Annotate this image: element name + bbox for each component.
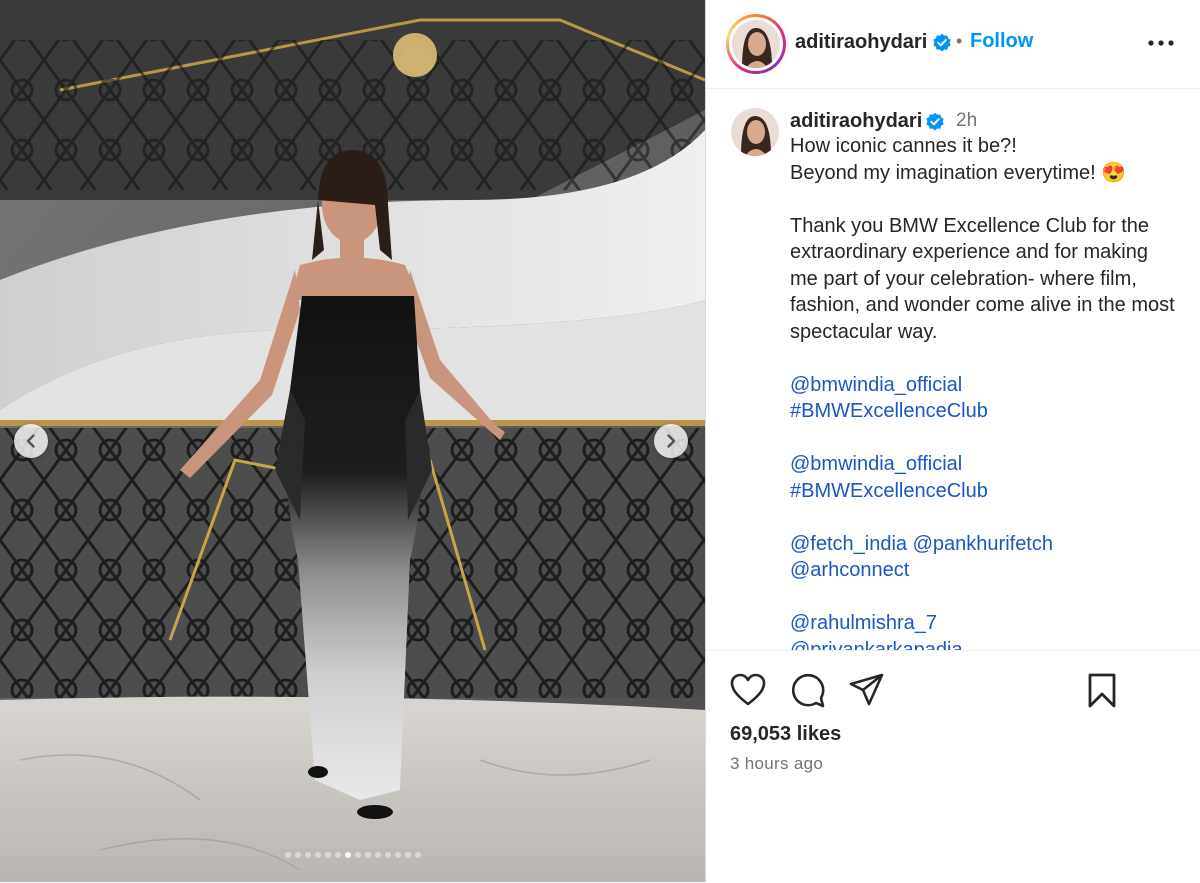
mention-link[interactable]: @bmwindia_official — [790, 374, 962, 396]
post-timestamp[interactable]: 3 hours ago — [730, 754, 823, 774]
caption-blank-line — [790, 345, 1180, 372]
follow-button[interactable]: Follow — [970, 30, 1033, 53]
separator-dot: • — [956, 31, 963, 51]
caption-tag-line: @rahulmishra_7 — [790, 610, 1180, 637]
caption-blank-line — [790, 584, 1180, 611]
carousel-dot — [414, 852, 421, 858]
story-ring[interactable] — [726, 14, 786, 74]
caption-text: How iconic cannes it be?! Beyond my imagi… — [790, 133, 1180, 650]
caption-tag-line: @priyankarkapadia — [790, 637, 1180, 651]
carousel-dot — [354, 852, 361, 858]
carousel-dot — [404, 852, 411, 858]
share-icon[interactable] — [849, 673, 885, 707]
carousel-dot — [304, 852, 311, 858]
heart-icon[interactable] — [730, 673, 766, 707]
caption-line: How iconic cannes it be?! — [790, 135, 1017, 157]
bookmark-icon[interactable] — [1086, 673, 1118, 709]
caption-blank-line — [790, 186, 1180, 213]
caption-avatar[interactable] — [731, 108, 779, 156]
post-photo[interactable] — [0, 0, 705, 882]
comments-section[interactable]: aditiraohydari 2h How iconic cannes it b… — [706, 89, 1200, 650]
carousel-indicator — [0, 852, 705, 858]
caption-username[interactable]: aditiraohydari — [790, 110, 922, 133]
carousel-dot — [364, 852, 371, 858]
photo-image — [0, 0, 705, 882]
carousel-dot — [314, 852, 321, 858]
verified-badge-icon — [926, 112, 944, 131]
mention-link[interactable]: @bmwindia_official — [790, 453, 962, 475]
mention-link[interactable]: @arhconnect — [790, 559, 909, 581]
post-details-panel: aditiraohydari • Follow aditiraohydari 2… — [705, 0, 1200, 882]
carousel-dot — [284, 852, 291, 858]
post-header: aditiraohydari • Follow — [706, 0, 1200, 89]
caption-timestamp[interactable]: 2h — [956, 110, 977, 132]
mention-link[interactable]: @rahulmishra_7 — [790, 612, 937, 634]
likes-count[interactable]: 69,053 likes — [730, 723, 841, 746]
caption-tag-line: @bmwindia_official — [790, 372, 1180, 399]
carousel-dot — [394, 852, 401, 858]
action-bar: 69,053 likes 3 hours ago — [706, 650, 1200, 883]
hashtag-link[interactable]: #BMWExcellenceClub — [790, 400, 988, 422]
chevron-left-icon — [26, 434, 35, 448]
next-photo-button[interactable] — [654, 424, 688, 458]
comment-icon[interactable] — [790, 673, 826, 709]
caption-tag-line: @fetch_india @pankhurifetch — [790, 531, 1180, 558]
hashtag-link[interactable]: #BMWExcellenceClub — [790, 480, 988, 502]
caption-tag-line: #BMWExcellenceClub — [790, 398, 1180, 425]
caption-line: Beyond my imagination everytime! 😍 — [790, 161, 1127, 184]
mention-link[interactable]: @fetch_india — [790, 533, 907, 555]
caption-blank-line — [790, 504, 1180, 531]
caption-tag-line: #BMWExcellenceClub — [790, 478, 1180, 505]
caption-blank-line — [790, 425, 1180, 452]
carousel-dot — [294, 852, 301, 858]
mention-link[interactable]: @priyankarkapadia — [790, 639, 963, 651]
caption-tag-line: @arhconnect — [790, 557, 1180, 584]
carousel-dot — [344, 852, 351, 858]
carousel-dot — [334, 852, 341, 858]
previous-photo-button[interactable] — [14, 424, 48, 458]
more-options-icon[interactable] — [1146, 30, 1176, 56]
mention-link[interactable]: @pankhurifetch — [913, 533, 1053, 555]
username-link[interactable]: aditiraohydari — [795, 31, 927, 54]
caption-tag-line: @bmwindia_official — [790, 451, 1180, 478]
verified-badge-icon — [933, 33, 951, 52]
carousel-dot — [374, 852, 381, 858]
carousel-dot — [384, 852, 391, 858]
carousel-dot — [324, 852, 331, 858]
caption-line: Thank you BMW Excellence Club for the ex… — [790, 214, 1175, 343]
chevron-right-icon — [667, 434, 676, 448]
avatar[interactable] — [732, 20, 780, 68]
